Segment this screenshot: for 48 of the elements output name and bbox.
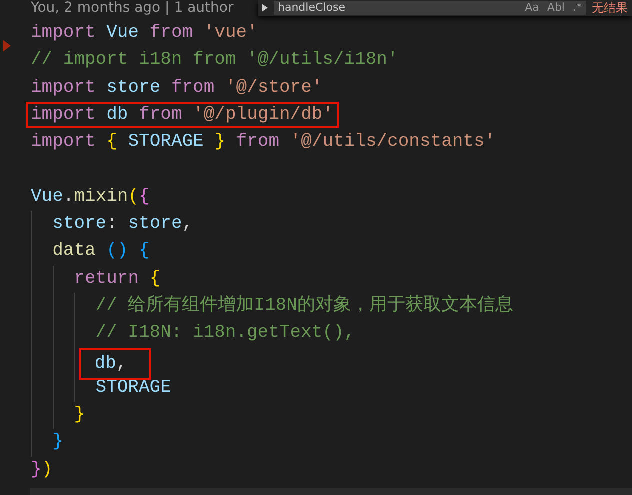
bracket: } (52, 431, 64, 454)
triangle-icon (3, 40, 11, 52)
punctuation: , (116, 352, 128, 376)
code-comment: // I18N: i18n.getText(), (96, 322, 356, 346)
option-toggle[interactable]: .* (573, 1, 582, 15)
identifier: Vue (31, 186, 64, 209)
identifier: db (94, 352, 116, 376)
keyword: import (31, 131, 96, 154)
bracket: { (139, 186, 150, 209)
identifier: STORAGE (96, 376, 172, 400)
option-toggle[interactable]: Abl (547, 1, 565, 15)
punctuation: . (63, 186, 74, 209)
code-comment: // import i18n from '@/utils/i18n' (31, 49, 398, 72)
identifier: store (106, 76, 161, 100)
keyword: import (31, 22, 96, 45)
function-name: mixin (74, 186, 128, 209)
identifier: store (128, 213, 182, 236)
identifier: Vue (106, 22, 140, 45)
string-literal: '@/utils/constants' (290, 131, 496, 154)
bracket: ) (42, 458, 53, 482)
bracket: } (74, 404, 85, 428)
keyword: import (31, 76, 96, 100)
bracket: } (214, 131, 226, 154)
string-literal: '@/plugin/db' (193, 104, 334, 126)
keyword: from (150, 22, 194, 45)
bracket: { (150, 268, 161, 291)
punctuation: : (106, 213, 118, 236)
keyword: from (236, 131, 280, 154)
blame-annotation: You, 2 months ago | 1 author (30, 0, 234, 18)
bracket: } (31, 458, 42, 482)
option-toggle[interactable]: Aa (525, 1, 540, 15)
function-name: data (52, 240, 96, 264)
bracket: () { (106, 240, 150, 264)
string-literal: 'vue' (204, 22, 258, 45)
identifier: STORAGE (128, 131, 204, 154)
keyword: import (31, 104, 96, 126)
punctuation: , (182, 213, 194, 236)
keyword: from (139, 104, 182, 126)
string-literal: '@/store' (225, 76, 323, 100)
identifier: store (52, 213, 107, 236)
bracket: ( (128, 186, 140, 209)
result-text: 无结果 (592, 0, 628, 17)
identifier: db (106, 104, 128, 126)
bracket: { (106, 131, 118, 154)
keyword: from (171, 76, 215, 100)
code-comment: // 给所有组件增加I18N的对象，用于获取文本信息 (96, 294, 514, 318)
search-field[interactable]: handleClose Aa Abl .* (274, 1, 586, 15)
keyword: return (74, 268, 139, 291)
